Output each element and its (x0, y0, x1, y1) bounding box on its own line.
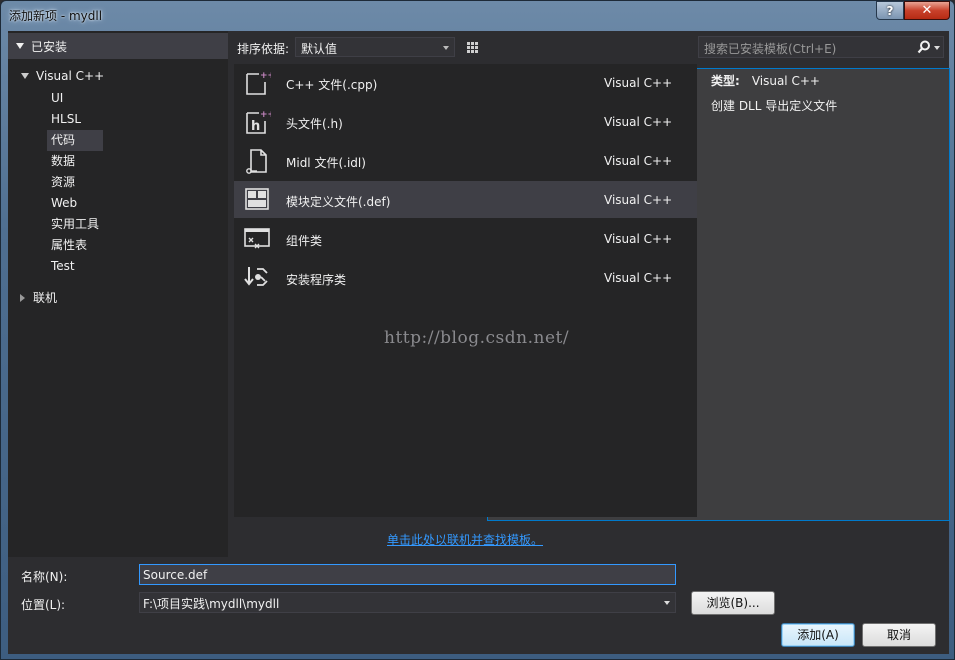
cpp-file-icon: ++ (246, 71, 271, 95)
tree-item-web[interactable]: Web (47, 193, 103, 214)
template-name: 模块定义文件(.def) (286, 195, 391, 209)
header-file-icon: h ++ (246, 110, 271, 134)
watermark-text: http://blog.csdn.net/ (384, 328, 570, 348)
tree-item-resource[interactable]: 资源 (47, 172, 103, 193)
search-icon[interactable] (917, 40, 931, 54)
installed-header[interactable]: 已安装 (8, 33, 228, 59)
name-label: 名称(N): (21, 570, 68, 584)
template-name: 头文件(.h) (286, 117, 343, 131)
list-toolbar: 排序依据: 默认值 (234, 35, 950, 521)
svg-text:h: h (251, 119, 260, 134)
template-name: C++ 文件(.cpp) (286, 78, 378, 92)
chevron-down-icon (443, 46, 449, 50)
expand-triangle-icon[interactable] (20, 293, 25, 302)
title-bar: 添加新项 - mydll ? ✕ (1, 1, 955, 29)
close-button[interactable]: ✕ (904, 1, 950, 20)
type-value: Visual C++ (751, 74, 820, 88)
template-row-idl[interactable]: Midl 文件(.idl) Visual C++ (234, 142, 697, 179)
template-language: Visual C++ (604, 76, 673, 90)
dialog-window: 添加新项 - mydll ? ✕ 已安装 Visual C++ UI HLSL … (0, 0, 955, 660)
svg-text:++: ++ (260, 71, 271, 81)
template-row-def[interactable]: 模块定义文件(.def) Visual C++ (234, 181, 697, 218)
template-info-panel: 类型: Visual C++ 创建 DLL 导出定义文件 (698, 64, 944, 544)
location-value: F:\项目实践\mydll\mydll (143, 597, 280, 611)
small-icons-view-button[interactable] (462, 37, 483, 57)
template-name: Midl 文件(.idl) (286, 156, 366, 170)
tree-node-label: 联机 (33, 291, 58, 305)
tree-item-code[interactable]: 代码 (47, 130, 104, 151)
template-row-cpp[interactable]: ++ C++ 文件(.cpp) Visual C++ (234, 64, 697, 101)
template-list: ++ C++ 文件(.cpp) Visual C++ h ++ 头文件(.h) … (234, 64, 697, 517)
browse-button[interactable]: 浏览(B)... (691, 591, 775, 615)
template-name: 组件类 (286, 234, 323, 248)
item-form: 名称(N): 位置(L): F:\项目实践\mydll\mydll 浏览(B).… (8, 558, 949, 654)
template-language: Visual C++ (604, 154, 673, 168)
search-placeholder: 搜索已安装模板(Ctrl+E) (704, 42, 837, 56)
template-language: Visual C++ (604, 115, 673, 129)
tree-item-data[interactable]: 数据 (47, 151, 103, 172)
idl-file-icon (246, 149, 267, 174)
category-panel: 已安装 Visual C++ UI HLSL 代码 数据 资源 Web 实用工具… (8, 31, 228, 557)
name-field[interactable] (139, 564, 676, 585)
component-class-icon (244, 228, 270, 249)
dialog-client: 已安装 Visual C++ UI HLSL 代码 数据 资源 Web 实用工具… (8, 31, 950, 654)
template-row-component[interactable]: 组件类 Visual C++ (234, 220, 697, 257)
sort-label: 排序依据: (237, 42, 290, 56)
help-button[interactable]: ? (876, 1, 904, 20)
tree-item-property-sheet[interactable]: 属性表 (47, 235, 103, 256)
type-label: 类型: (711, 74, 740, 88)
window-title: 添加新项 - mydll (9, 9, 103, 23)
location-dropdown[interactable]: F:\项目实践\mydll\mydll (139, 592, 676, 613)
online-templates-link[interactable]: 单击此处以联机并查找模板。 (387, 531, 543, 548)
tree-item-hlsl[interactable]: HLSL (47, 109, 103, 130)
collapse-triangle-icon[interactable] (16, 43, 24, 49)
template-row-installer[interactable]: 安装程序类 Visual C++ (234, 259, 697, 296)
def-file-icon (245, 188, 269, 210)
template-language: Visual C++ (604, 232, 673, 246)
tree-node-visual-cpp[interactable]: Visual C++ (21, 69, 104, 83)
cancel-button[interactable]: 取消 (862, 623, 936, 647)
tree-children: UI HLSL 代码 数据 资源 Web 实用工具 属性表 Test (47, 88, 104, 277)
expand-triangle-icon[interactable] (21, 73, 29, 79)
tree-node-online[interactable]: 联机 (20, 289, 57, 306)
sort-value: 默认值 (301, 42, 338, 56)
template-type: 类型: Visual C++ (711, 72, 820, 89)
installed-label: 已安装 (31, 39, 68, 54)
tree-item-test[interactable]: Test (47, 256, 103, 277)
location-label: 位置(L): (21, 598, 66, 612)
template-language: Visual C++ (604, 271, 673, 285)
template-name: 安装程序类 (286, 273, 347, 287)
template-row-header[interactable]: h ++ 头文件(.h) Visual C++ (234, 103, 697, 140)
installer-class-icon (244, 267, 268, 286)
template-description: 创建 DLL 导出定义文件 (711, 99, 838, 113)
grid-view-icon (467, 42, 478, 53)
title-buttons: ? ✕ (876, 1, 950, 20)
sort-dropdown[interactable]: 默认值 (295, 37, 455, 57)
add-button[interactable]: 添加(A) (781, 623, 855, 647)
tree-node-label: Visual C++ (36, 69, 105, 83)
svg-text:++: ++ (260, 110, 271, 120)
template-language: Visual C++ (604, 193, 673, 207)
chevron-down-icon (664, 601, 670, 605)
search-options-chevron-icon[interactable] (934, 46, 940, 50)
template-search-input[interactable]: 搜索已安装模板(Ctrl+E) (698, 36, 944, 58)
tree-item-ui[interactable]: UI (47, 88, 103, 109)
tree-item-utility[interactable]: 实用工具 (47, 214, 103, 235)
